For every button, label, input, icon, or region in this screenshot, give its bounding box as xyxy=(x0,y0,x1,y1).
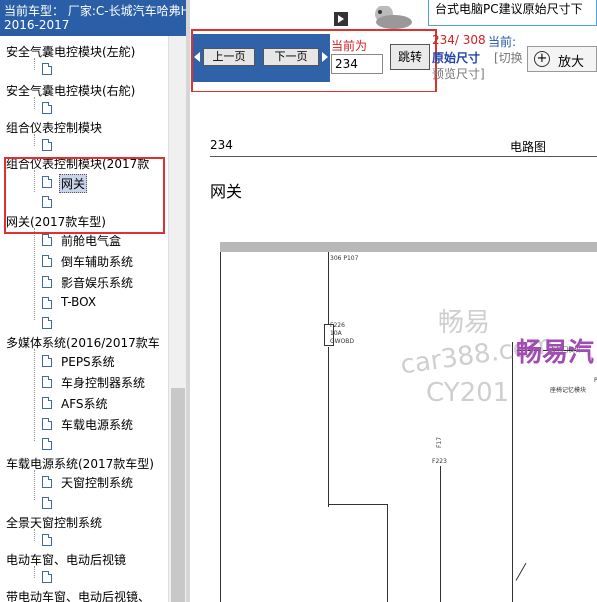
tree-item[interactable]: 安全气囊电控模块(左舵) xyxy=(6,43,135,60)
highlight-box-toolbar xyxy=(191,29,437,93)
header-rule xyxy=(210,156,597,157)
tree-item[interactable]: 带电动车窗、电动后视镜、 xyxy=(6,588,150,602)
tree-item[interactable]: 安全气囊电控模块(右舵) xyxy=(6,82,135,99)
doc-section-title: 电路图 xyxy=(510,140,547,154)
tree-item[interactable]: T-BOX xyxy=(61,295,96,309)
tree-connector xyxy=(34,566,35,578)
banner-text: 台式电脑PC建议原始尺寸下 xyxy=(435,2,583,16)
tree-connector xyxy=(34,97,35,109)
zoom-in-button[interactable]: + 放大 xyxy=(527,46,597,72)
document-icon[interactable] xyxy=(42,234,52,246)
tree-connector xyxy=(34,228,35,320)
tree-item[interactable]: 车身控制器系统 xyxy=(61,374,145,391)
document-icon[interactable] xyxy=(42,139,52,151)
zoom-label: 放大 xyxy=(558,55,585,70)
fuse-name-label: GWOBD xyxy=(330,338,355,345)
document-icon[interactable] xyxy=(42,276,52,288)
tree-item[interactable]: 影音娱乐系统 xyxy=(61,274,133,291)
document-icon[interactable] xyxy=(42,297,52,309)
tree-connector xyxy=(34,349,35,441)
document-icon[interactable] xyxy=(42,476,52,488)
scrollbar-thumb[interactable] xyxy=(171,388,185,602)
document-icon[interactable] xyxy=(42,397,52,409)
document-icon[interactable] xyxy=(42,102,52,114)
watermark: 畅易 xyxy=(438,308,491,338)
document-icon[interactable] xyxy=(42,255,52,267)
page-count: 234/ 308 xyxy=(432,33,486,47)
highlight-box-tree xyxy=(4,157,165,234)
component-tree: 安全气囊电控模块(左舵) 安全气囊电控模块(右舵) 组合仪表控制模块 组合仪表控… xyxy=(0,38,168,602)
document-icon[interactable] xyxy=(42,376,52,388)
fuse-f223-label: F223 xyxy=(432,458,447,465)
current-size-label: 当前: xyxy=(488,35,517,49)
tree-item[interactable]: 车载电源系统(2017款车型) xyxy=(6,455,154,472)
connector-label: 306 P107 xyxy=(330,255,359,262)
document-icon[interactable] xyxy=(42,355,52,367)
tree-item[interactable]: 全景天窗控制系统 xyxy=(6,514,102,531)
wire xyxy=(328,504,388,505)
tree-connector xyxy=(34,529,35,541)
tree-item[interactable]: 多媒体系统(2016/2017款车 xyxy=(6,334,160,351)
fuse-f17-label: F17 xyxy=(436,436,444,449)
document-icon[interactable] xyxy=(42,438,52,450)
watermark: CY201 xyxy=(426,378,510,408)
tree-item[interactable]: AFS系统 xyxy=(61,395,108,412)
model-tree-panel: 当前车型： 厂家:C-长城汽车哈弗H9（Haval H9） 2016-2017 … xyxy=(0,0,188,602)
document-icon[interactable] xyxy=(42,317,52,329)
document-icon[interactable] xyxy=(42,571,52,583)
preview-size-link[interactable]: 预览尺寸] xyxy=(432,65,485,82)
current-model-line1: 当前车型： 厂家:C-长城汽车哈弗H9（Haval H9） xyxy=(4,4,188,18)
wire xyxy=(328,347,329,507)
document-icon[interactable] xyxy=(42,418,52,430)
power-bus-bar xyxy=(220,242,597,252)
zoom-plus-icon: + xyxy=(534,51,550,67)
fuse-label: F226 xyxy=(330,322,345,329)
tree-item[interactable]: PEPS系统 xyxy=(61,353,115,370)
document-icon[interactable] xyxy=(42,497,52,509)
tree-scrollbar[interactable] xyxy=(168,36,187,602)
wire xyxy=(440,466,441,602)
wire xyxy=(387,504,388,602)
document-viewer: 234 电路图 网关 306 P107 F226 10A GWOBD F223 … xyxy=(190,92,597,602)
tree-item[interactable]: 电动车窗、电动后视镜 xyxy=(6,551,126,568)
document-icon[interactable] xyxy=(42,63,52,75)
doc-title: 网关 xyxy=(210,182,243,201)
module-label-2: 座椅记忆模块 xyxy=(550,387,587,394)
pc-notice-banner: 台式电脑PC建议原始尺寸下 xyxy=(428,0,597,26)
original-size-label: 原始尺寸 xyxy=(432,51,481,65)
tree-connector xyxy=(34,58,35,70)
tree-item[interactable]: 倒车辅助系统 xyxy=(61,253,133,270)
wire xyxy=(515,562,527,581)
wire xyxy=(220,252,221,602)
current-model-line2: 2016-2017 xyxy=(4,18,70,32)
current-model-header: 当前车型： 厂家:C-长城汽车哈弗H9（Haval H9） 2016-2017 xyxy=(0,0,188,36)
tree-connector xyxy=(34,470,35,500)
doc-page-number: 234 xyxy=(210,138,233,152)
document-icon[interactable] xyxy=(42,534,52,546)
tree-item[interactable]: 天窗控制系统 xyxy=(61,474,133,491)
fuse-amp-label: 10A xyxy=(330,330,342,337)
tree-item[interactable]: 组合仪表控制模块 xyxy=(6,119,102,136)
tree-item[interactable]: 车载电源系统 xyxy=(61,416,133,433)
tree-item[interactable]: 前舱电气盒 xyxy=(61,232,121,249)
watermark-brand: 畅易汽 xyxy=(516,338,595,368)
tree-connector xyxy=(34,134,35,146)
switch-size-link[interactable]: [切换 xyxy=(494,49,523,66)
mascot-icon xyxy=(334,6,412,29)
wire xyxy=(328,252,329,332)
wire xyxy=(512,342,513,602)
